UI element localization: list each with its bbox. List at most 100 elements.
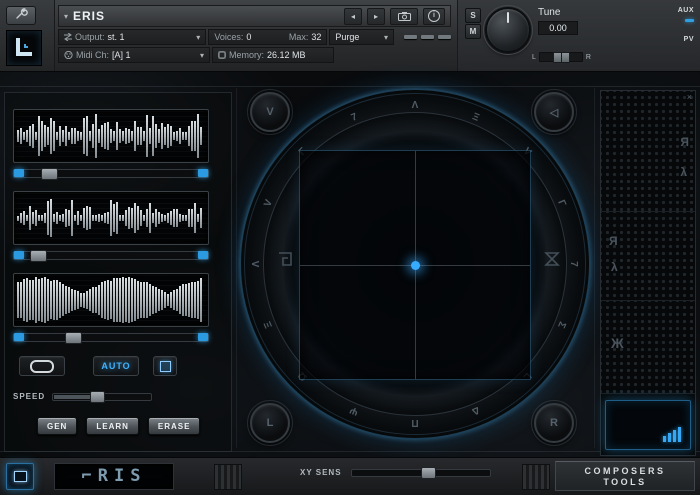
wave-bar	[197, 114, 199, 158]
waveform-display-2	[13, 191, 209, 245]
purge-dropdown[interactable]: Purge ▾	[329, 29, 394, 45]
wave-bar	[77, 130, 79, 142]
wave-bar	[176, 131, 178, 141]
midi-channel-dropdown[interactable]: Midi Ch: [A] 1 ▾	[58, 47, 210, 63]
wave-slider-1[interactable]	[13, 168, 209, 180]
output-dropdown[interactable]: Output: st. 1 ▾	[58, 29, 207, 45]
wave-bar	[188, 126, 190, 146]
next-instrument-button[interactable]: ▸	[367, 7, 385, 25]
close-icon[interactable]: ×	[687, 92, 692, 102]
mute-button[interactable]: M	[465, 24, 481, 39]
wave-bar	[200, 126, 202, 146]
wave-bar	[68, 209, 70, 227]
tune-knob[interactable]	[483, 5, 533, 55]
speed-slider[interactable]	[52, 391, 153, 403]
erase-button[interactable]: ERASE	[147, 417, 201, 435]
modulation-panel: AUTO SPEED GEN LEARN ERASE	[4, 92, 232, 452]
wave-module-1	[13, 109, 209, 180]
slider-handle[interactable]	[41, 168, 59, 180]
wave-bar	[104, 280, 106, 320]
wave-bar	[122, 277, 124, 323]
display-prefix: ⌐	[81, 466, 98, 486]
wave-bar	[92, 124, 94, 148]
wave-bar	[149, 283, 151, 317]
meter-segment	[438, 35, 451, 39]
loop-mode-button[interactable]	[19, 356, 65, 376]
xy-pad[interactable]	[299, 150, 531, 380]
tune-readout: Tune 0.00	[538, 7, 598, 35]
footer-led-button[interactable]	[6, 463, 34, 490]
hourglass-glyph-icon	[543, 250, 561, 273]
led-square-icon	[13, 471, 27, 482]
pv-label[interactable]: PV	[678, 36, 694, 43]
info-view-button[interactable]: i	[423, 7, 445, 25]
wave-slider-2[interactable]	[13, 250, 209, 262]
wave-bar	[107, 121, 109, 151]
slider-handle[interactable]	[420, 467, 436, 479]
snapshot-view-button[interactable]	[390, 7, 418, 25]
wave-bar	[29, 126, 31, 146]
wave-bar	[92, 215, 94, 221]
wave-bar	[185, 283, 187, 317]
wave-slider-3[interactable]	[13, 332, 209, 344]
corner-knob-bottom-right[interactable]: R	[531, 400, 577, 446]
xy-sens-slider[interactable]	[350, 467, 491, 479]
pan-handle[interactable]	[560, 52, 570, 63]
aux-label[interactable]: AUX	[678, 7, 694, 14]
ring-glyph: Ψ	[348, 403, 361, 418]
slider-handle[interactable]	[64, 332, 82, 344]
slider-left-led	[14, 333, 24, 341]
output-value: st. 1	[107, 32, 125, 42]
corner-knob-bottom-left[interactable]: L	[247, 400, 293, 446]
learn-button[interactable]: LEARN	[86, 417, 139, 435]
wave-bar	[200, 208, 202, 228]
meter-segment	[421, 35, 434, 39]
gen-button[interactable]: GEN	[37, 417, 78, 435]
slider-handle[interactable]	[90, 391, 106, 403]
wave-bar	[50, 280, 52, 320]
edit-instrument-button[interactable]	[6, 6, 36, 25]
wave-bar	[173, 290, 175, 310]
instrument-logo-button[interactable]	[6, 30, 42, 66]
wave-bar	[47, 201, 49, 235]
wave-bar	[29, 205, 31, 231]
slider-left-led	[14, 169, 24, 177]
wave-bar	[110, 200, 112, 236]
wave-bar	[113, 204, 115, 232]
matrix-status-display[interactable]	[605, 400, 691, 450]
wave-module-3	[13, 273, 209, 344]
wave-bar	[65, 126, 67, 146]
auto-button[interactable]: AUTO	[93, 356, 139, 376]
brand-plate: COMPOSERS TOOLS	[555, 461, 695, 491]
equalizer-bars-icon	[663, 427, 681, 442]
voices-value: 0	[246, 32, 252, 42]
wave-bar	[161, 214, 163, 222]
wave-bar	[56, 211, 58, 225]
wave-bar	[56, 131, 58, 141]
wave-bar	[140, 126, 142, 146]
memory-readout: Memory: 26.12 MB	[212, 47, 334, 63]
voices-readout: Voices: 0 Max: 32	[208, 29, 328, 45]
wave-bar	[164, 292, 166, 308]
wave-bar	[200, 277, 202, 323]
wave-bar	[182, 215, 184, 221]
wave-bar	[71, 288, 73, 312]
tune-value[interactable]: 0.00	[538, 21, 578, 35]
wave-bar	[38, 278, 40, 322]
slider-handle[interactable]	[29, 250, 47, 262]
wave-bar	[38, 115, 40, 157]
instrument-menu-caret-icon[interactable]: ▾	[64, 12, 68, 21]
wave-bar	[35, 276, 37, 324]
corner-knob-top-right[interactable]: ◁	[531, 89, 577, 135]
corner-knob-top-left[interactable]: V	[247, 89, 293, 135]
ring-glyph: Ξ	[262, 319, 275, 330]
prev-instrument-button[interactable]: ◂	[344, 7, 362, 25]
chevron-down-icon: ▾	[199, 50, 204, 60]
wave-bar	[53, 213, 55, 223]
pan-slider[interactable]	[538, 52, 583, 63]
pattern-button[interactable]	[153, 356, 177, 376]
xy-cursor[interactable]	[410, 260, 420, 270]
wave-bar	[86, 115, 88, 157]
solo-button[interactable]: S	[465, 8, 481, 23]
wave-bar	[116, 202, 118, 234]
